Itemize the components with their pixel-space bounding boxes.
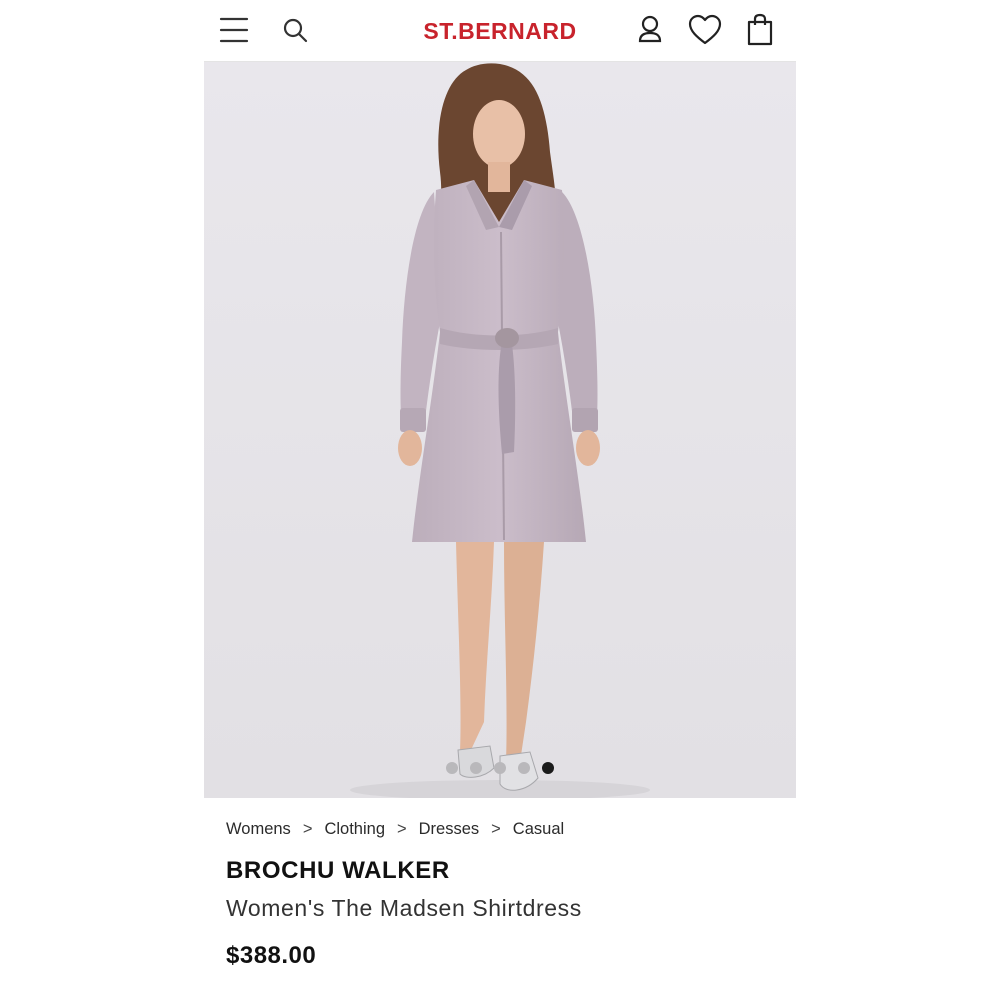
shopping-bag-icon[interactable] bbox=[740, 10, 780, 50]
breadcrumb: Womens > Clothing > Dresses > Casual bbox=[226, 818, 564, 840]
gallery-dot-active[interactable] bbox=[542, 762, 554, 774]
breadcrumb-item-dresses[interactable]: Dresses bbox=[419, 820, 480, 839]
breadcrumb-separator: > bbox=[491, 819, 501, 838]
gallery-pagination bbox=[204, 762, 796, 774]
gallery-dot[interactable] bbox=[518, 762, 530, 774]
heart-icon[interactable] bbox=[685, 10, 725, 50]
breadcrumb-item-casual[interactable]: Casual bbox=[513, 820, 564, 839]
gallery-dot[interactable] bbox=[494, 762, 506, 774]
hamburger-menu-icon[interactable] bbox=[214, 10, 254, 50]
product-photo bbox=[204, 62, 796, 798]
product-title: Women's The Madsen Shirtdress bbox=[226, 895, 582, 921]
breadcrumb-item-womens[interactable]: Womens bbox=[226, 820, 291, 839]
breadcrumb-item-clothing[interactable]: Clothing bbox=[324, 820, 385, 839]
search-icon[interactable] bbox=[276, 10, 316, 50]
breadcrumb-separator: > bbox=[302, 819, 313, 838]
product-brand[interactable]: BROCHU WALKER bbox=[226, 857, 450, 885]
breadcrumb-separator: > bbox=[397, 819, 407, 838]
product-price: $388.00 bbox=[226, 942, 317, 969]
site-header: ST.BERNARD bbox=[204, 0, 796, 62]
site-logo[interactable]: ST.BERNARD bbox=[354, 14, 646, 48]
gallery-dot[interactable] bbox=[470, 762, 482, 774]
user-icon[interactable] bbox=[630, 10, 670, 50]
product-image-gallery[interactable] bbox=[204, 62, 796, 798]
gallery-dot[interactable] bbox=[446, 762, 458, 774]
